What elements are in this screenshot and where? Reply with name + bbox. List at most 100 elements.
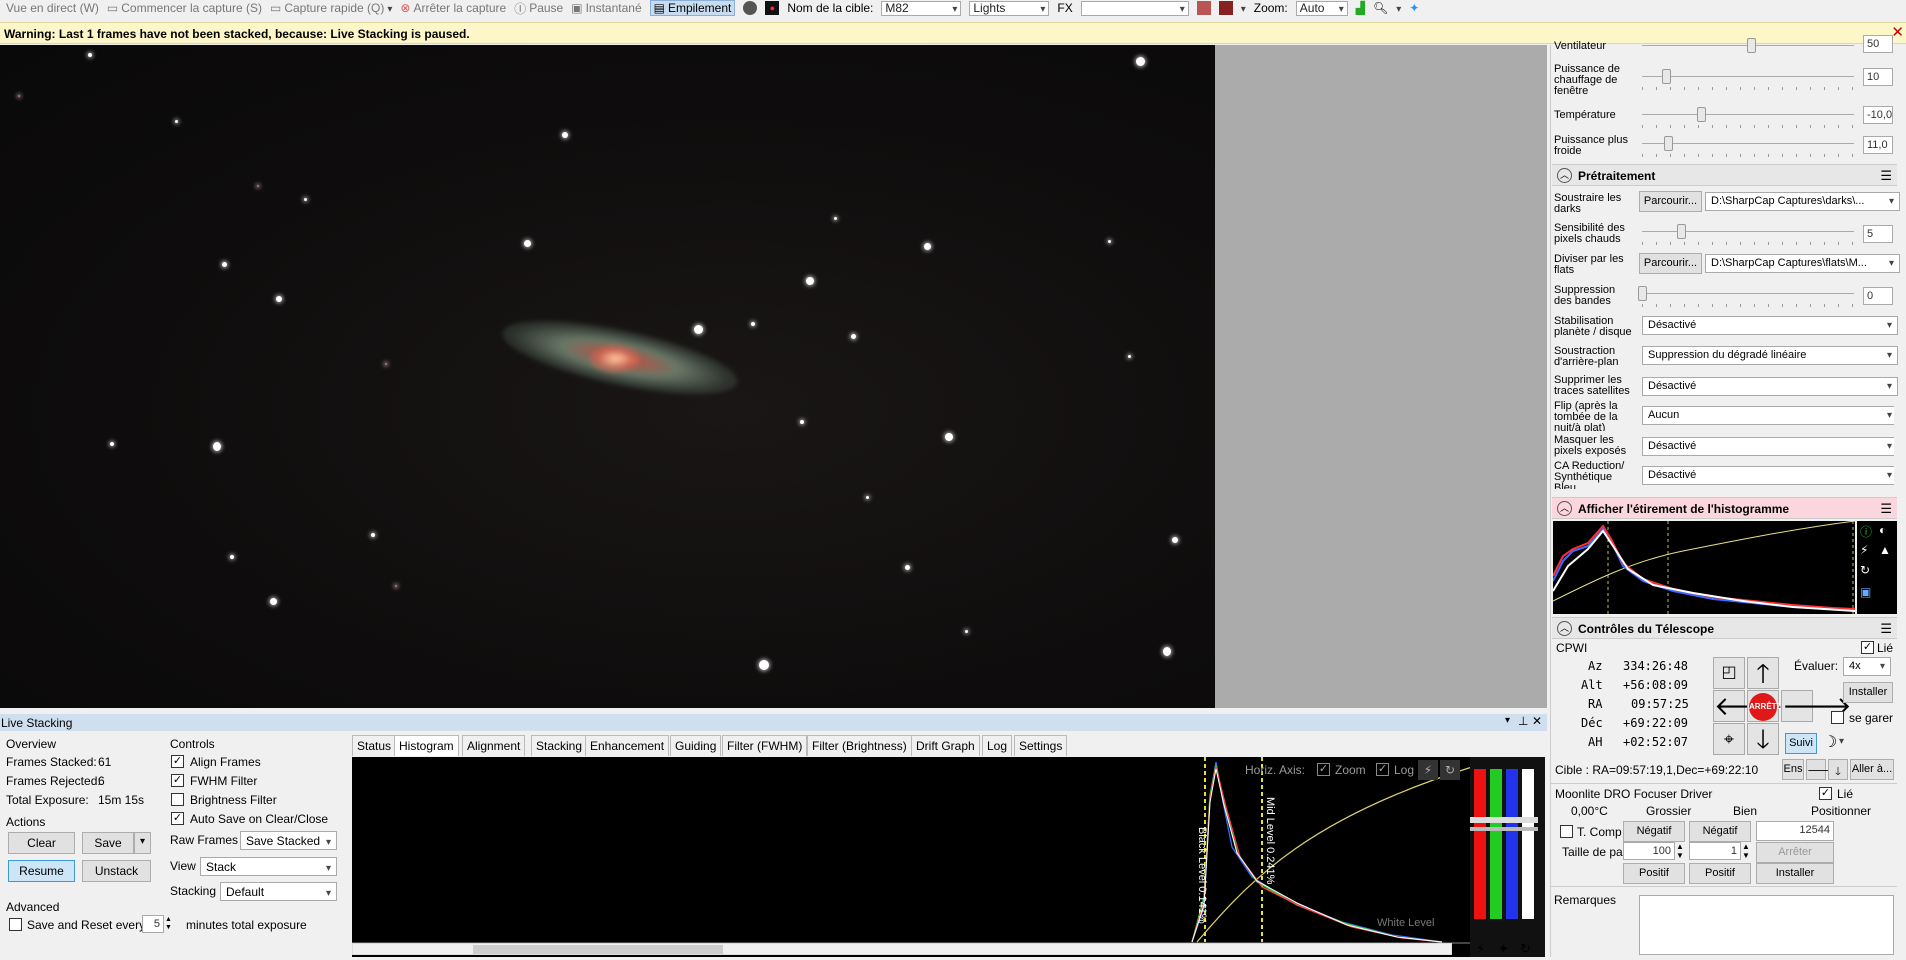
tab-filter-brightness[interactable]: Filter (Brightness) <box>807 735 912 756</box>
tracking-dropdown[interactable] <box>1839 733 1844 747</box>
center-target-icon[interactable]: ⌖ <box>1713 723 1745 755</box>
channel-sliders[interactable] <box>1470 757 1545 957</box>
flip-select[interactable]: Aucun <box>1642 406 1894 425</box>
live-view-button[interactable]: Vue en direct (W) <box>6 1 99 15</box>
close-icon[interactable]: ✕ <box>1532 714 1542 728</box>
histogram-scrollbar[interactable] <box>352 943 1452 955</box>
tab-guiding[interactable]: Guiding <box>670 735 722 756</box>
fine-step-input[interactable]: 1 <box>1689 842 1741 860</box>
stop-focus-button[interactable]: Arrêter <box>1756 842 1834 863</box>
coarse-step-spinner[interactable]: ▲ ▼ <box>1676 842 1684 860</box>
tab-alignment[interactable]: Alignment <box>462 735 526 756</box>
banding-slider[interactable] <box>1638 286 1854 307</box>
log-checkbox[interactable]: ✓ <box>1376 763 1389 776</box>
align-frames-checkbox[interactable]: ✓ <box>171 755 184 768</box>
fwhm-filter-checkbox[interactable]: ✓ <box>171 774 184 787</box>
menu-icon[interactable]: ☰ <box>1880 621 1892 637</box>
browse-darks-button[interactable]: Parcourir... <box>1639 191 1702 212</box>
save-icon[interactable]: ▣ <box>1860 585 1871 599</box>
contrast-icon[interactable]: ◐ <box>1879 523 1886 537</box>
white-handle[interactable] <box>1470 827 1538 831</box>
clear-button[interactable]: Clear <box>8 832 75 854</box>
preprocessing-header[interactable]: ︿ Prétraitement ☰ <box>1552 164 1897 186</box>
tab-settings[interactable]: Settings <box>1014 735 1068 756</box>
tab-filter-fwhm[interactable]: Filter (FWHM) <box>722 735 808 756</box>
temperature-value[interactable]: -10,0 <box>1863 106 1893 124</box>
tab-histogram[interactable]: Histogram <box>394 735 459 756</box>
telescope-header[interactable]: ︿ Contrôles du Télescope ☰ <box>1552 617 1897 639</box>
auto-save-checkbox[interactable]: ✓ <box>171 812 184 825</box>
goto-button[interactable]: Aller à... <box>1850 759 1894 780</box>
position-input[interactable]: 12544 <box>1756 821 1834 841</box>
record-icon[interactable]: ● <box>765 1 780 15</box>
resume-button[interactable]: Resume <box>8 860 75 882</box>
hot-pixel-slider[interactable] <box>1642 224 1854 245</box>
save-reset-minutes-input[interactable]: 5 <box>142 915 164 933</box>
tab-stacking[interactable]: Stacking <box>531 735 588 756</box>
auto-stretch-icon[interactable]: ⓘ <box>1860 523 1872 540</box>
heater-slider[interactable] <box>1642 69 1854 90</box>
hot-pixel-value[interactable]: 5 <box>1863 225 1893 243</box>
menu-icon[interactable]: ☰ <box>1880 168 1892 184</box>
save-reset-spinner[interactable]: ▲ ▼ <box>165 916 172 932</box>
auto-stretch-icon[interactable]: ⚡︎ <box>1418 760 1438 780</box>
temp-comp-checkbox[interactable] <box>1560 825 1573 838</box>
fan-value[interactable]: 50 <box>1863 35 1893 53</box>
frame-type-select[interactable]: Lights <box>969 0 1050 16</box>
slew-rate-select[interactable]: 4x <box>1843 657 1891 676</box>
lightning-icon[interactable]: ⚡︎ <box>1860 543 1868 557</box>
mask-select[interactable]: Désactivé <box>1642 437 1894 456</box>
unstack-button[interactable]: Unstack <box>82 860 151 882</box>
browse-flats-button[interactable]: Parcourir... <box>1639 253 1702 274</box>
stabilization-select[interactable]: Désactivé <box>1642 316 1898 335</box>
fine-step-spinner[interactable]: ▲ ▼ <box>1742 842 1750 860</box>
collapse-icon[interactable]: ︿ <box>1557 501 1572 516</box>
image-viewer[interactable] <box>0 45 1547 708</box>
tab-drift-graph[interactable]: Drift Graph <box>911 735 980 756</box>
collapse-icon[interactable]: ︿ <box>1557 168 1572 183</box>
view-select[interactable]: Stack <box>200 857 337 876</box>
close-icon[interactable]: ✕ <box>1891 25 1904 40</box>
flats-path-select[interactable]: D:\SharpCap Captures\flats\M... <box>1705 254 1900 273</box>
darks-path-select[interactable]: D:\SharpCap Captures\darks\... <box>1705 192 1900 211</box>
save-button[interactable]: Save <box>82 832 134 854</box>
fan-slider[interactable] <box>1642 38 1854 53</box>
lightning-icon[interactable]: ⚡︎ <box>1476 941 1485 957</box>
stretch-histogram[interactable] <box>1552 520 1856 614</box>
west-arrow-button[interactable]: 🡐 <box>1713 690 1784 722</box>
down-arrow-button[interactable]: 🡓 <box>1828 759 1848 780</box>
spiral-search-icon[interactable]: ◰ <box>1713 657 1745 689</box>
reset-icon[interactable]: ↻ <box>1860 563 1870 577</box>
star-icon[interactable]: ✦ <box>1498 941 1509 957</box>
coarse-negative-button[interactable]: Négatif <box>1623 821 1685 842</box>
stacking-select[interactable]: Default <box>220 882 337 901</box>
north-arrow-button[interactable]: 🡑 <box>1747 657 1779 689</box>
red-channel-slider[interactable] <box>1474 769 1486 919</box>
snapshot-button[interactable]: ▣ Instantané <box>571 1 641 15</box>
satellite-select[interactable]: Désactivé <box>1642 377 1898 396</box>
coarse-step-input[interactable]: 100 <box>1623 842 1675 860</box>
stop-capture-button[interactable]: ⊗ Arrêter la capture <box>400 1 506 15</box>
magnifier-icon[interactable]: 🔍︎ <box>1373 1 1388 15</box>
quick-capture-button[interactable]: ▭ Capture rapide (Q) <box>270 1 392 15</box>
save-reset-checkbox[interactable] <box>9 918 22 931</box>
overlay-icon[interactable] <box>1196 1 1211 15</box>
south-arrow-button[interactable]: 🡓 <box>1747 723 1779 755</box>
mount-linked-checkbox[interactable]: ✓ <box>1861 641 1874 654</box>
target-name-select[interactable]: M82 <box>881 0 962 16</box>
histogram-icon[interactable]: ▟ <box>1356 1 1365 15</box>
stacking-button[interactable]: ▤ Empilement <box>649 0 736 16</box>
heater-value[interactable]: 10 <box>1863 68 1893 86</box>
brightness-filter-checkbox[interactable] <box>171 793 184 806</box>
stop-slew-button[interactable]: ARRÊTE <box>1747 690 1782 722</box>
temperature-slider[interactable] <box>1642 107 1854 128</box>
menu-icon[interactable]: ☰ <box>1880 501 1892 517</box>
pin-icon[interactable]: ⊥ <box>1518 714 1528 728</box>
collapse-icon[interactable]: ︿ <box>1557 621 1572 636</box>
black-handle[interactable] <box>1470 817 1538 823</box>
blue-channel-slider[interactable] <box>1506 769 1518 919</box>
refresh-icon[interactable]: ↻ <box>1520 941 1531 957</box>
scroll-thumb[interactable] <box>473 945 723 954</box>
reticle-icon[interactable] <box>1218 1 1233 15</box>
save-dropdown-icon[interactable]: ▾ <box>134 832 151 854</box>
